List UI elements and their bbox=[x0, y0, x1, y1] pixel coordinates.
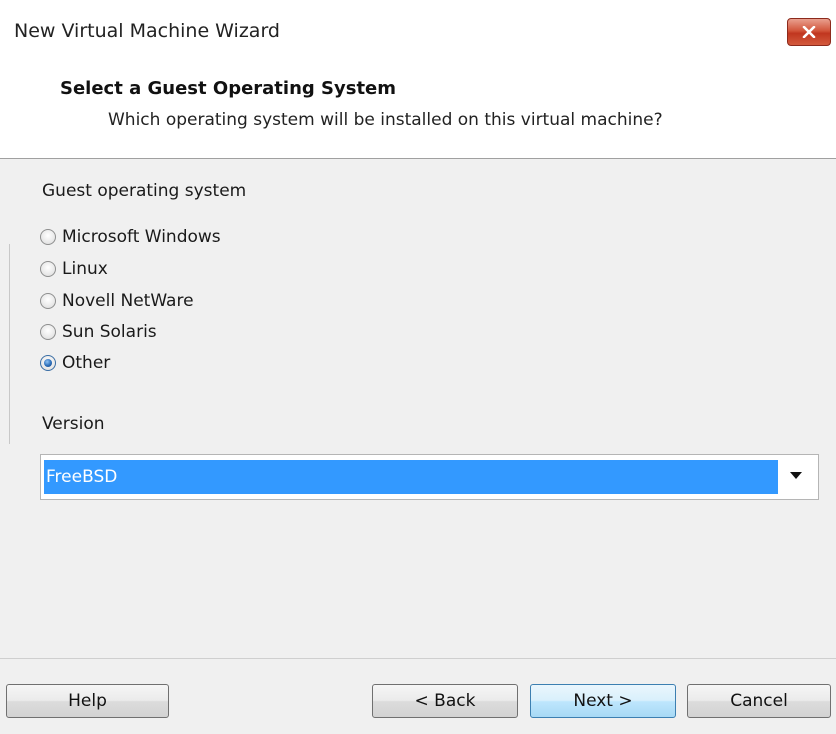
button-bar: Help < Back Next > Cancel bbox=[0, 658, 836, 734]
radio-novell-netware[interactable]: Novell NetWare bbox=[40, 288, 194, 314]
version-select[interactable]: FreeBSD bbox=[40, 454, 819, 500]
back-button[interactable]: < Back bbox=[372, 684, 518, 718]
window-title: New Virtual Machine Wizard bbox=[14, 20, 280, 42]
radio-button[interactable] bbox=[40, 261, 56, 277]
page-subtitle: Which operating system will be installed… bbox=[108, 110, 663, 130]
close-icon bbox=[802, 26, 816, 38]
radio-button[interactable] bbox=[40, 324, 56, 340]
radio-linux[interactable]: Linux bbox=[40, 256, 108, 282]
radio-label: Linux bbox=[62, 259, 108, 279]
title-bar: New Virtual Machine Wizard bbox=[0, 0, 836, 72]
radio-button[interactable] bbox=[40, 293, 56, 309]
radio-button-selected[interactable] bbox=[40, 355, 56, 371]
cancel-button[interactable]: Cancel bbox=[687, 684, 831, 718]
radio-sun-solaris[interactable]: Sun Solaris bbox=[40, 319, 157, 345]
chevron-down-icon[interactable] bbox=[789, 470, 803, 480]
help-button[interactable]: Help bbox=[6, 684, 169, 718]
radio-other[interactable]: Other bbox=[40, 350, 110, 376]
divider bbox=[9, 244, 10, 444]
wizard-header: Select a Guest Operating System Which op… bbox=[0, 72, 836, 159]
close-button[interactable] bbox=[787, 18, 831, 46]
version-selected-value: FreeBSD bbox=[44, 460, 778, 494]
guest-os-label: Guest operating system bbox=[42, 181, 247, 201]
radio-microsoft-windows[interactable]: Microsoft Windows bbox=[40, 224, 221, 250]
radio-label: Novell NetWare bbox=[62, 291, 194, 311]
next-button[interactable]: Next > bbox=[530, 684, 676, 718]
radio-label: Microsoft Windows bbox=[62, 227, 221, 247]
wizard-body: Guest operating system Microsoft Windows… bbox=[0, 159, 836, 658]
radio-label: Other bbox=[62, 353, 111, 373]
page-title: Select a Guest Operating System bbox=[60, 78, 397, 99]
radio-button[interactable] bbox=[40, 229, 56, 245]
radio-label: Sun Solaris bbox=[62, 322, 157, 342]
version-label: Version bbox=[42, 414, 105, 434]
